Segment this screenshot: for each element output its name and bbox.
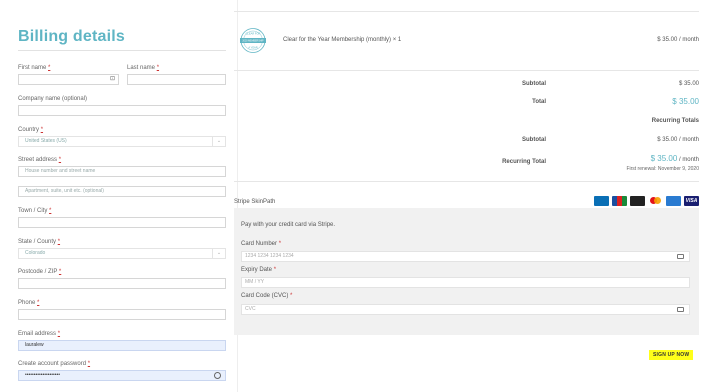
apartment-input[interactable]: Apartment, suite, unit etc. (optional) [18,186,226,197]
discover-icon [630,196,645,206]
chevron-down-icon: ⌄ [212,137,225,146]
postcode-label: Postcode / ZIP * [18,269,62,275]
credit-card-icon [677,254,684,259]
first-renewal-text: First renewal: November 9, 2020 [626,166,699,172]
subtotal-value: $ 35.00 [678,81,699,87]
phone-label: Phone * [18,300,40,306]
first-name-label: First name * [18,65,51,71]
svg-text:2020 MEMBERSHIP: 2020 MEMBERSHIP [242,41,264,43]
billing-title: Billing details [18,28,126,45]
svg-text:CLEAR FOR: CLEAR FOR [246,32,261,36]
email-label: Email address * [18,331,61,337]
sign-up-button[interactable]: SIGN UP NOW [649,350,694,360]
phone-input[interactable] [18,309,226,320]
town-label: Town / City * [18,208,52,214]
state-label: State / County * [18,239,61,245]
card-number-label: Card Number * [241,241,282,247]
cvc-label: Card Code (CVC) * [241,293,293,299]
last-name-input[interactable] [127,74,226,85]
total-value: $ 35.00 [672,97,699,106]
expiry-label: Expiry Date * [241,267,277,273]
jcb-icon [612,196,627,206]
mastercard-icon [648,196,663,206]
recurring-totals-heading: Recurring Totals [651,118,699,124]
email-input[interactable]: lauralew [18,340,226,351]
payment-method-title[interactable]: Stripe SkinPath [234,199,275,205]
company-label: Company name (optional) [18,96,88,102]
chevron-down-icon: ⌄ [212,249,225,258]
diners-icon [594,196,609,206]
recurring-total-label: Recurring Total [502,159,546,165]
first-name-input[interactable]: ⊡ [18,74,119,85]
company-input[interactable] [18,105,226,116]
town-input[interactable] [18,217,226,228]
payment-intro: Pay with your credit card via Stripe. [241,222,336,228]
recurring-total-value: $ 35.00 / month [650,154,699,163]
recurring-subtotal-value: $ 35.00 / month [657,137,699,143]
order-item-name: Clear for the Year Membership (monthly) … [283,37,402,43]
password-input[interactable]: •••••••••••••••••••• [18,370,226,381]
totals-bottom-rule [234,181,699,182]
order-items-rule [234,70,699,71]
total-label: Total [532,99,546,105]
country-select[interactable]: United States (US) ⌄ [18,136,226,147]
visa-icon: VISA [684,196,699,206]
order-item-price: $ 35.00 / month [657,37,699,43]
password-visibility-icon[interactable] [214,372,221,379]
street-input[interactable]: House number and street name [18,166,226,177]
card-brand-icons: VISA [594,196,699,206]
title-divider [18,50,226,51]
amex-icon [666,196,681,206]
recurring-subtotal-label: Subtotal [522,137,546,143]
last-name-label: Last name * [127,65,160,71]
cvc-input[interactable]: CVC [241,304,690,315]
country-label: Country * [18,127,44,133]
state-select[interactable]: Colorado ⌄ [18,248,226,259]
card-number-input[interactable]: 1234 1234 1234 1234 [241,251,690,262]
autofill-icon: ⊡ [109,76,115,82]
password-label: Create account password * [18,361,91,367]
expiry-input[interactable]: MM / YY [241,277,690,288]
postcode-input[interactable] [18,278,226,289]
street-label: Street address * [18,157,62,163]
membership-badge: CLEAR FOR 2020 MEMBERSHIP A YEAR [240,28,266,53]
svg-text:A YEAR: A YEAR [248,46,257,50]
cvc-card-icon [677,307,684,312]
subtotal-label: Subtotal [522,81,546,87]
order-top-rule [234,11,699,12]
